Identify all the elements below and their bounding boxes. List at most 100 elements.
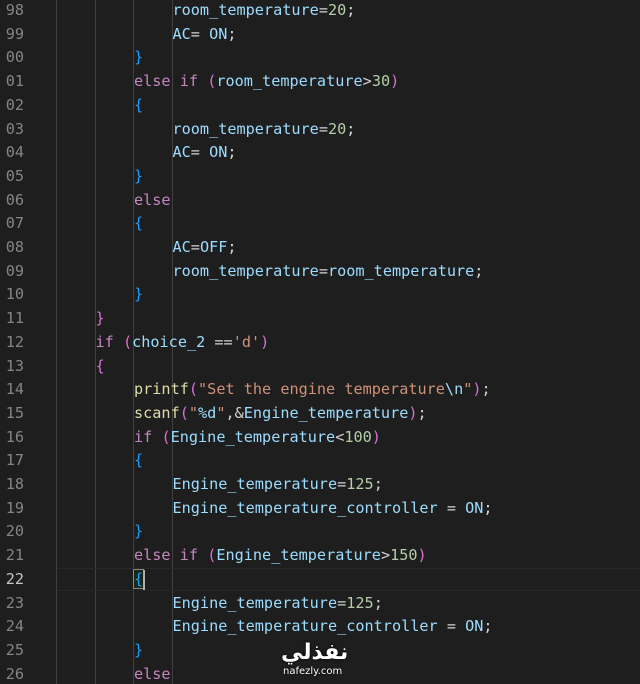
code-token: (	[122, 332, 133, 351]
code-token: 150	[390, 546, 418, 565]
code-token: 20	[327, 1, 347, 19]
code-line[interactable]: }	[96, 307, 105, 331]
code-token: "Set the engine temperature	[198, 380, 445, 399]
code-token: Engine_temperature	[172, 475, 338, 493]
code-line[interactable]: Engine_temperature=125;	[173, 592, 383, 616]
code-token: }	[134, 285, 144, 304]
code-line[interactable]: AC=OFF;	[173, 236, 237, 260]
code-token: ,&	[225, 403, 244, 422]
nafezly-watermark: نفذلي nafezly.com	[281, 640, 363, 684]
code-token: ;	[227, 24, 237, 43]
code-line[interactable]: }	[134, 46, 143, 70]
code-token: else	[134, 190, 171, 209]
code-token: {	[95, 356, 105, 375]
code-token: %d	[198, 403, 217, 422]
code-line[interactable]: {	[96, 355, 105, 379]
code-token: room_temperature	[172, 261, 319, 280]
code-line[interactable]: if (choice_2 =='d')	[96, 331, 270, 355]
code-token: if	[179, 546, 199, 565]
code-line[interactable]: else if (Engine_temperature>150)	[134, 544, 427, 568]
code-token: )	[260, 332, 270, 351]
code-token: Engine_temperature_controller	[172, 617, 438, 636]
code-token: ;	[346, 1, 356, 19]
code-line[interactable]: {	[134, 449, 143, 473]
code-token: else	[134, 664, 171, 683]
code-token: room_temperature	[172, 119, 319, 138]
code-line[interactable]: else	[134, 189, 171, 213]
code-line[interactable]: }	[134, 283, 143, 307]
code-line[interactable]: Engine_temperature_controller = ON;	[173, 615, 493, 639]
code-line[interactable]: {	[134, 94, 143, 118]
code-token: )	[472, 380, 482, 399]
code-token: else	[134, 546, 171, 565]
code-token: {	[134, 451, 144, 470]
code-token: {	[134, 95, 144, 114]
code-token: ;	[373, 593, 383, 612]
code-token: \n	[444, 380, 464, 399]
code-token: (	[207, 72, 217, 91]
code-token: 20	[327, 119, 347, 138]
code-line[interactable]: room_temperature=room_temperature;	[173, 260, 484, 284]
code-token: {	[134, 214, 144, 233]
code-area[interactable]: room_temperature=20; AC= ON;} else if (roo…	[0, 0, 640, 684]
code-token: 125	[346, 475, 374, 493]
code-token: if	[134, 427, 153, 446]
code-token: )	[408, 403, 418, 422]
code-token: )	[390, 72, 400, 91]
code-line[interactable]: if (Engine_temperature<100)	[134, 426, 381, 450]
code-line[interactable]: AC= ON;	[173, 141, 237, 165]
code-line[interactable]: else	[134, 663, 171, 684]
code-token: ;	[227, 238, 237, 256]
code-token: =	[190, 24, 210, 43]
code-line[interactable]: AC= ON;	[173, 23, 237, 47]
code-line[interactable]: scanf("%d",&Engine_temperature);	[134, 402, 427, 426]
code-token: scanf	[134, 403, 180, 422]
code-token: 'd'	[232, 332, 261, 351]
code-token: AC	[172, 143, 191, 162]
code-token: OFF	[199, 238, 228, 256]
code-token: room_temperature	[172, 1, 319, 19]
code-line[interactable]: }	[134, 639, 143, 663]
code-line[interactable]: Engine_temperature=125;	[173, 473, 383, 497]
code-token: }	[134, 640, 144, 659]
code-token: =	[190, 238, 200, 256]
code-token: ON	[209, 143, 228, 162]
code-token: )	[417, 546, 427, 565]
code-line[interactable]: }	[134, 520, 143, 544]
code-token: Engine_temperature_controller	[172, 498, 438, 517]
code-token: else	[134, 72, 171, 91]
code-line[interactable]: {	[134, 212, 143, 236]
code-token: ON	[465, 617, 484, 636]
code-token: }	[134, 48, 144, 67]
code-token: ;	[373, 475, 383, 493]
code-token: )	[371, 427, 381, 446]
code-token: if	[95, 332, 114, 351]
code-line[interactable]: printf("Set the engine temperature\n");	[134, 378, 491, 402]
code-token: }	[134, 166, 144, 185]
code-line[interactable]: else if (room_temperature>30)	[134, 70, 399, 94]
code-token: Engine_temperature	[243, 403, 409, 422]
code-line[interactable]: {	[132, 568, 145, 592]
code-token: =	[337, 475, 347, 493]
code-token: ;	[417, 403, 427, 422]
watermark-url: nafezly.com	[283, 666, 343, 677]
code-token: =	[318, 1, 328, 19]
code-token: (	[207, 546, 217, 565]
code-editor[interactable]: 98 99 00 01 02 03 04 05 06 07 08 09 10 11 12 13 14 15 16 17…	[0, 0, 640, 684]
code-token: 30	[371, 72, 391, 91]
code-token: "	[463, 380, 473, 399]
text-cursor	[143, 569, 146, 590]
code-line[interactable]: room_temperature=20;	[173, 118, 356, 142]
code-token: ;	[483, 617, 493, 636]
code-token: if	[179, 72, 199, 91]
code-token: room_temperature	[327, 261, 475, 280]
code-token: ==	[205, 332, 233, 351]
code-token: room_temperature	[216, 72, 363, 91]
code-line[interactable]: }	[134, 165, 143, 189]
code-line[interactable]: room_temperature=20;	[173, 0, 356, 23]
code-token: (	[188, 380, 199, 399]
code-line[interactable]: Engine_temperature_controller = ON;	[173, 497, 493, 521]
code-token: choice_2	[132, 332, 206, 351]
